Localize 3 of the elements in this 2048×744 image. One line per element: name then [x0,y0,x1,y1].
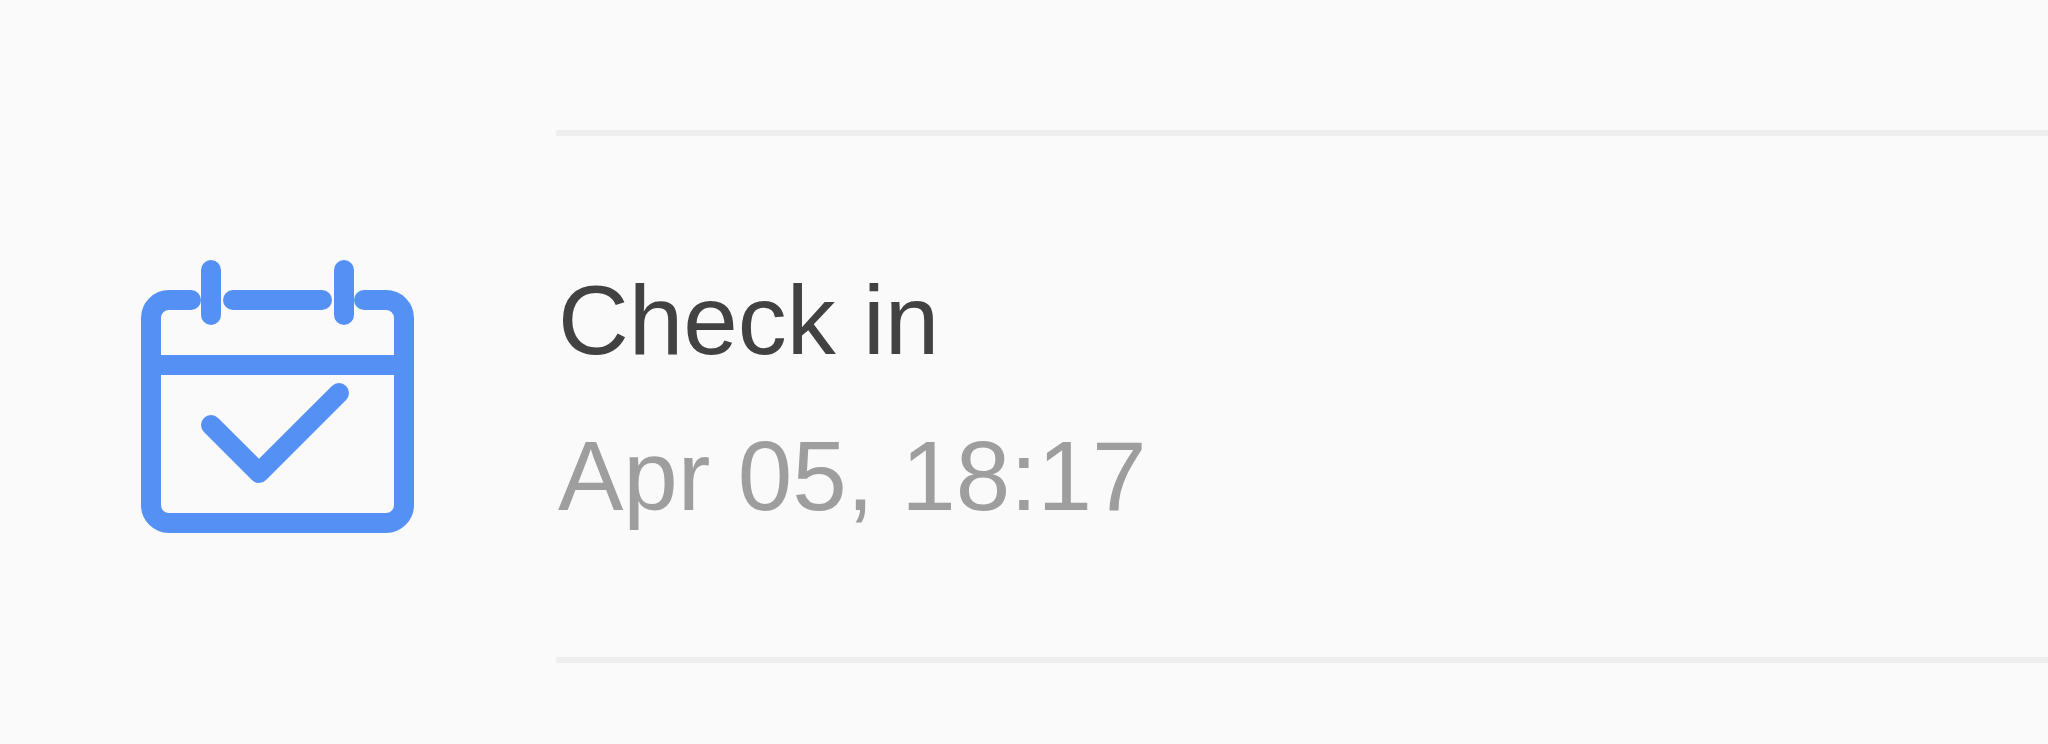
calendar-check-icon [141,260,414,533]
event-title: Check in [558,264,941,376]
event-time: Apr 05, 18:17 [558,420,1148,532]
